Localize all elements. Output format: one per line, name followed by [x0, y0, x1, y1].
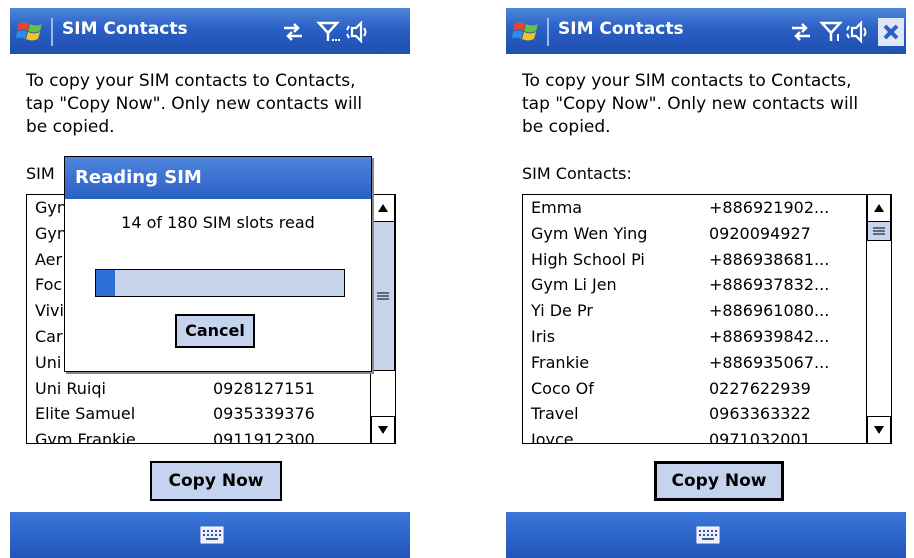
list-item[interactable]: Uni Ruiqi 0928127151: [27, 376, 369, 402]
title-bar: SIM Contacts: [10, 8, 410, 54]
contact-number: 0971032001: [709, 430, 811, 444]
contact-name: Coco Of: [531, 378, 594, 398]
contact-name: Gym Wen Ying: [531, 223, 648, 243]
signal-antenna-icon[interactable]: [315, 20, 341, 44]
contact-number: +886938681...: [709, 249, 830, 269]
contact-number: 0928127151: [213, 378, 315, 398]
contact-name: Gyn: [35, 223, 68, 243]
reading-sim-dialog: Reading SIM 14 of 180 SIM slots read Can…: [64, 156, 372, 372]
title-separator: [547, 18, 549, 46]
connectivity-arrows-icon[interactable]: [788, 20, 814, 44]
scroll-down-button[interactable]: [867, 416, 891, 443]
arrow-up-icon: [874, 204, 884, 212]
thumb-grip-icon: [873, 227, 885, 235]
contact-number: 0920094927: [709, 223, 811, 243]
close-icon: [883, 24, 899, 40]
contact-name: Aer: [35, 249, 63, 269]
list-item[interactable]: Yi De Pr +886961080...: [523, 298, 865, 324]
contact-name: Yi De Pr: [531, 301, 593, 321]
list-rows: Emma +886921902... Gym Wen Ying 0920094927 H…: [523, 195, 865, 444]
scrollbar[interactable]: [370, 195, 395, 443]
scroll-down-button[interactable]: [371, 416, 395, 443]
list-caption: SIM Contacts:: [522, 164, 632, 183]
progress-fill: [96, 270, 116, 296]
contact-number: 0963363322: [709, 404, 811, 424]
dialog-title: Reading SIM: [65, 157, 371, 199]
contact-name: Uni Ruiqi: [35, 378, 106, 398]
contact-name: Travel: [531, 404, 579, 424]
list-item[interactable]: Travel 0963363322: [523, 401, 865, 427]
keyboard-icon[interactable]: [200, 525, 224, 545]
arrow-down-icon: [378, 426, 388, 434]
contact-name: Foc: [35, 275, 63, 295]
contact-name: Car: [35, 326, 63, 346]
contact-name: Frankie: [531, 352, 590, 372]
contact-number: +886961080...: [709, 301, 830, 321]
list-item[interactable]: Joyce 0971032001: [523, 427, 865, 444]
list-item[interactable]: Gym Li Jen +886937832...: [523, 272, 865, 298]
scroll-thumb[interactable]: [371, 221, 395, 371]
windows-flag-icon[interactable]: [512, 16, 542, 46]
contact-number: 0227622939: [709, 378, 811, 398]
contact-number: +886937832...: [709, 275, 830, 295]
title-separator: [51, 18, 53, 46]
contact-name: Gym Li Jen: [531, 275, 617, 295]
list-item[interactable]: Gym Wen Ying 0920094927: [523, 221, 865, 247]
menu-bar: [506, 512, 906, 558]
copy-now-button[interactable]: Copy Now: [654, 461, 784, 501]
list-item[interactable]: Gym Frankie 0911912300: [27, 427, 369, 444]
copy-now-button[interactable]: Copy Now: [150, 461, 282, 501]
keyboard-icon[interactable]: [696, 525, 720, 545]
menu-bar: [10, 512, 410, 558]
page-title: SIM Contacts: [558, 19, 684, 39]
contact-name: Iris: [531, 326, 556, 346]
instructions-text: To copy your SIM contacts to Contacts, t…: [522, 71, 859, 137]
page-title: SIM Contacts: [62, 19, 188, 39]
contact-name: Joyce: [531, 430, 574, 444]
dialog-message: 14 of 180 SIM slots read: [121, 213, 315, 232]
contact-name: Gym Frankie: [35, 430, 136, 444]
windows-flag-icon[interactable]: [16, 16, 46, 46]
left-screen: SIM Contacts To copy your SIM contacts t…: [10, 0, 410, 558]
right-screen: SIM Contacts To copy your SIM contacts t…: [506, 0, 906, 558]
contact-number: +886935067...: [709, 352, 830, 372]
arrow-down-icon: [874, 426, 884, 434]
list-item[interactable]: Elite Samuel 0935339376: [27, 401, 369, 427]
contact-name: Emma: [531, 198, 583, 217]
cancel-button[interactable]: Cancel: [175, 314, 255, 348]
speaker-volume-icon[interactable]: [846, 20, 872, 44]
contact-number: +886921902...: [709, 198, 830, 217]
contact-name: Uni: [35, 352, 62, 372]
contact-name: High School Pi: [531, 249, 645, 269]
scroll-thumb[interactable]: [867, 221, 891, 241]
title-bar: SIM Contacts: [506, 8, 906, 54]
contact-number: +886939842...: [709, 326, 830, 346]
thumb-grip-icon: [377, 292, 389, 300]
scroll-up-button[interactable]: [371, 195, 395, 222]
close-button[interactable]: [878, 18, 904, 46]
arrow-up-icon: [378, 204, 388, 212]
list-item[interactable]: Iris +886939842...: [523, 324, 865, 350]
signal-antenna-icon[interactable]: [818, 20, 844, 44]
sim-contacts-list[interactable]: Emma +886921902... Gym Wen Ying 0920094927 H…: [522, 194, 892, 444]
list-item[interactable]: Frankie +886935067...: [523, 350, 865, 376]
contact-number: 0935339376: [213, 404, 315, 424]
list-caption: SIM: [26, 164, 55, 183]
contact-name: Vivi: [35, 301, 64, 321]
speaker-volume-icon[interactable]: [346, 20, 372, 44]
list-item[interactable]: High School Pi +886938681...: [523, 247, 865, 273]
progress-bar: [95, 269, 345, 297]
list-item[interactable]: Coco Of 0227622939: [523, 376, 865, 402]
instructions-text: To copy your SIM contacts to Contacts, t…: [26, 71, 363, 137]
contact-name: Gyn: [35, 198, 68, 217]
contact-number: 0911912300: [213, 430, 315, 444]
list-item[interactable]: Emma +886921902...: [523, 195, 865, 221]
scroll-up-button[interactable]: [867, 195, 891, 222]
contact-name: Elite Samuel: [35, 404, 136, 424]
connectivity-arrows-icon[interactable]: [280, 20, 306, 44]
scrollbar[interactable]: [866, 195, 891, 443]
